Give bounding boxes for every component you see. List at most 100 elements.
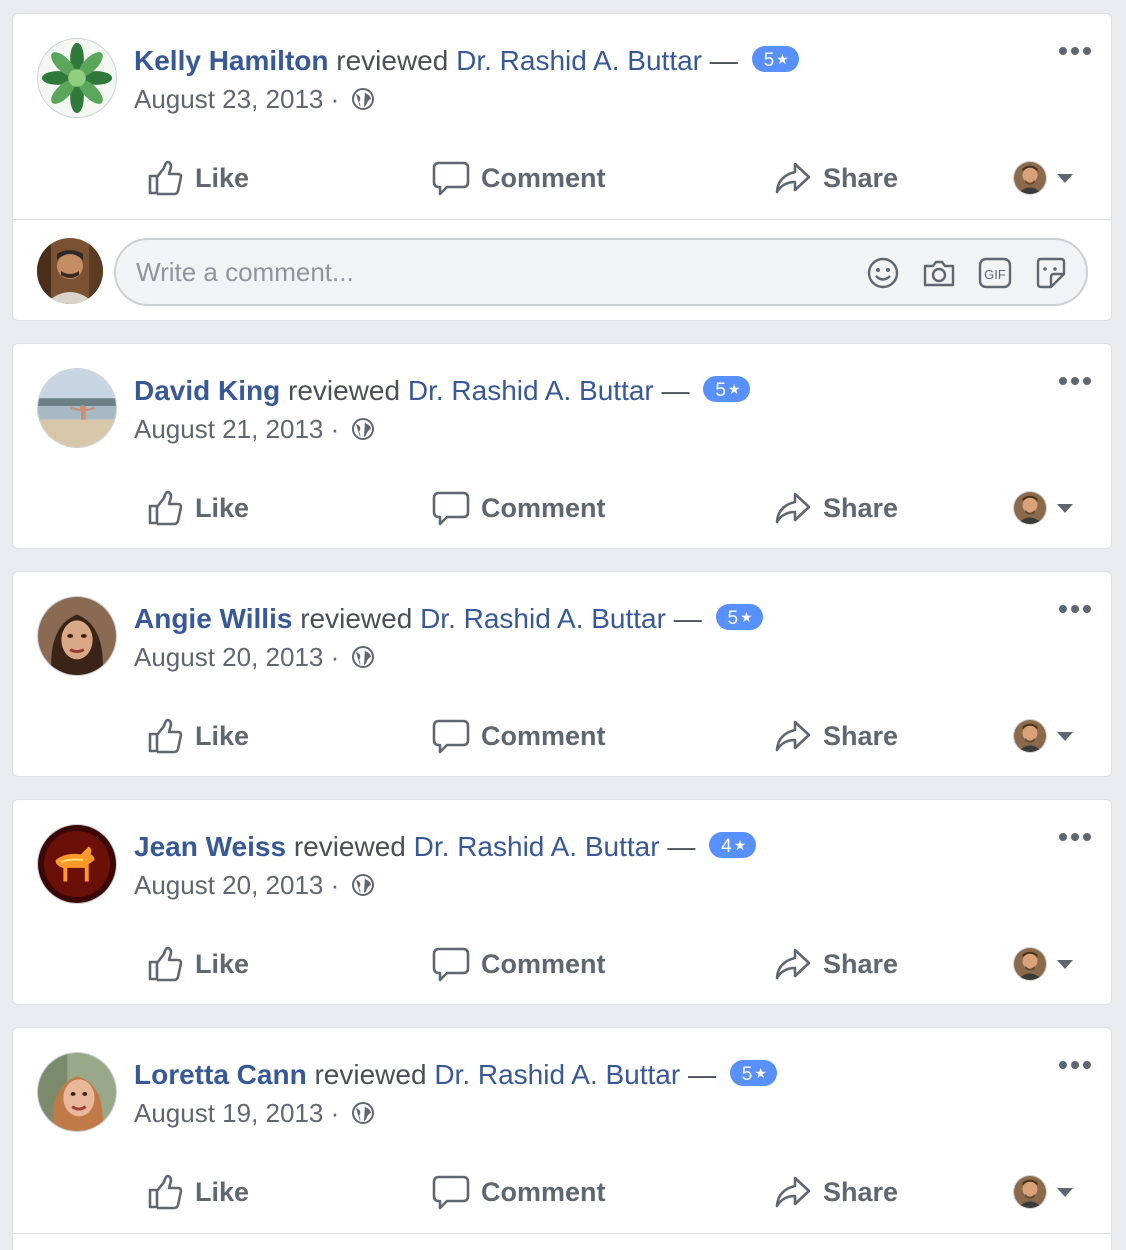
- comment-label: Comment: [481, 1176, 606, 1207]
- share-button[interactable]: Share: [773, 480, 898, 536]
- share-button[interactable]: Share: [773, 708, 898, 764]
- review-date-link[interactable]: August 21, 2013 ·: [134, 414, 339, 444]
- beach-avatar[interactable]: [37, 368, 117, 448]
- review-meta: August 20, 2013 ·: [134, 642, 375, 672]
- share-arrow-icon: [773, 1172, 813, 1212]
- more-options-icon[interactable]: [1057, 1054, 1093, 1076]
- reviewed-text: reviewed: [288, 375, 401, 406]
- comment-button[interactable]: Comment: [431, 1164, 606, 1220]
- react-as-selector[interactable]: [1013, 946, 1073, 982]
- review-card: Angie Willis reviewed Dr. Rashid A. Butt…: [12, 571, 1112, 777]
- comment-button[interactable]: Comment: [431, 936, 606, 992]
- rating-badge: 5 ★: [751, 46, 799, 72]
- reviewer-name-link[interactable]: Loretta Cann: [134, 1059, 307, 1090]
- share-button[interactable]: Share: [773, 1164, 898, 1220]
- dash-separator: —: [667, 831, 696, 862]
- rating-value: 5: [741, 1064, 753, 1085]
- comment-label: Comment: [481, 720, 606, 751]
- globe-icon: [351, 1101, 375, 1125]
- current-user-avatar: [37, 238, 103, 304]
- rating-badge: 5 ★: [715, 604, 763, 630]
- review-date-link[interactable]: August 19, 2013 ·: [134, 1098, 339, 1128]
- rating-value: 5: [727, 608, 739, 629]
- more-options-icon[interactable]: [1057, 598, 1093, 620]
- woman-selfie-avatar[interactable]: [37, 1052, 117, 1132]
- glowing-horse-avatar[interactable]: [37, 824, 117, 904]
- comment-input[interactable]: [136, 254, 836, 290]
- like-button[interactable]: Like: [145, 936, 249, 992]
- svg-text:GIF: GIF: [984, 267, 1006, 282]
- action-bar: Like Comment Share: [13, 150, 1111, 206]
- star-icon: ★: [733, 837, 747, 853]
- like-button[interactable]: Like: [145, 480, 249, 536]
- more-options-icon[interactable]: [1057, 370, 1093, 392]
- review-date-link[interactable]: August 23, 2013 ·: [134, 84, 339, 114]
- share-arrow-icon: [773, 158, 813, 198]
- comment-input-wrapper: GIF: [114, 238, 1088, 306]
- profile-mini-avatar: [1013, 947, 1047, 981]
- rating-value: 5: [763, 50, 775, 71]
- thumbs-up-icon: [145, 1172, 185, 1212]
- rating-badge: 5 ★: [703, 376, 751, 402]
- more-options-icon[interactable]: [1057, 826, 1093, 848]
- profile-mini-avatar: [1013, 491, 1047, 525]
- reviewer-name-link[interactable]: Jean Weiss: [134, 831, 286, 862]
- comment-button[interactable]: Comment: [431, 480, 606, 536]
- gif-icon[interactable]: GIF: [976, 254, 1014, 292]
- comment-button[interactable]: Comment: [431, 150, 606, 206]
- divider: [13, 1233, 1111, 1234]
- action-bar: Like Comment Share: [13, 936, 1111, 992]
- action-bar: Like Comment Share: [13, 708, 1111, 764]
- thumbs-up-icon: [145, 488, 185, 528]
- like-label: Like: [195, 162, 250, 193]
- green-flower-avatar[interactable]: [37, 38, 117, 118]
- like-button[interactable]: Like: [145, 708, 249, 764]
- react-as-selector[interactable]: [1013, 1174, 1073, 1210]
- share-button[interactable]: Share: [773, 936, 898, 992]
- page-name-link[interactable]: Dr. Rashid A. Buttar: [456, 45, 702, 76]
- woman-portrait-avatar[interactable]: [37, 596, 117, 676]
- comment-label: Comment: [481, 162, 606, 193]
- like-button[interactable]: Like: [145, 150, 249, 206]
- profile-mini-avatar: [1013, 161, 1047, 195]
- review-date-link[interactable]: August 20, 2013 ·: [134, 870, 339, 900]
- comment-button[interactable]: Comment: [431, 708, 606, 764]
- more-options-icon[interactable]: [1057, 40, 1093, 62]
- page-name-link[interactable]: Dr. Rashid A. Buttar: [408, 375, 654, 406]
- camera-icon[interactable]: [920, 254, 958, 292]
- share-label: Share: [823, 1176, 899, 1207]
- sticker-icon[interactable]: [1032, 254, 1070, 292]
- star-icon: ★: [727, 381, 741, 397]
- review-date-link[interactable]: August 20, 2013 ·: [134, 642, 339, 672]
- comment-label: Comment: [481, 492, 606, 523]
- chevron-down-icon: [1057, 173, 1073, 183]
- speech-bubble-icon: [431, 944, 471, 984]
- review-meta: August 21, 2013 ·: [134, 414, 375, 444]
- review-meta: August 20, 2013 ·: [134, 870, 375, 900]
- react-as-selector[interactable]: [1013, 160, 1073, 196]
- action-bar: Like Comment Share: [13, 480, 1111, 536]
- reviewer-name-link[interactable]: Kelly Hamilton: [134, 45, 328, 76]
- share-button[interactable]: Share: [773, 150, 898, 206]
- speech-bubble-icon: [431, 158, 471, 198]
- react-as-selector[interactable]: [1013, 490, 1073, 526]
- star-icon: ★: [776, 51, 789, 67]
- emoji-icon[interactable]: [864, 254, 902, 292]
- rating-value: 4: [721, 836, 732, 857]
- comment-label: Comment: [481, 948, 606, 979]
- reviewer-name-link[interactable]: David King: [134, 375, 280, 406]
- reviewer-name-link[interactable]: Angie Willis: [134, 603, 292, 634]
- page-name-link[interactable]: Dr. Rashid A. Buttar: [420, 603, 666, 634]
- comment-composer: GIF: [13, 219, 1111, 321]
- like-label: Like: [195, 720, 250, 751]
- react-as-selector[interactable]: [1013, 718, 1073, 754]
- page-name-link[interactable]: Dr. Rashid A. Buttar: [434, 1059, 680, 1090]
- like-button[interactable]: Like: [145, 1164, 249, 1220]
- dash-separator: —: [709, 45, 738, 76]
- rating-badge: 5 ★: [729, 1060, 777, 1086]
- share-arrow-icon: [773, 944, 813, 984]
- like-label: Like: [195, 1176, 250, 1207]
- page-name-link[interactable]: Dr. Rashid A. Buttar: [414, 831, 660, 862]
- review-card: David King reviewed Dr. Rashid A. Buttar…: [12, 343, 1112, 549]
- share-arrow-icon: [773, 488, 813, 528]
